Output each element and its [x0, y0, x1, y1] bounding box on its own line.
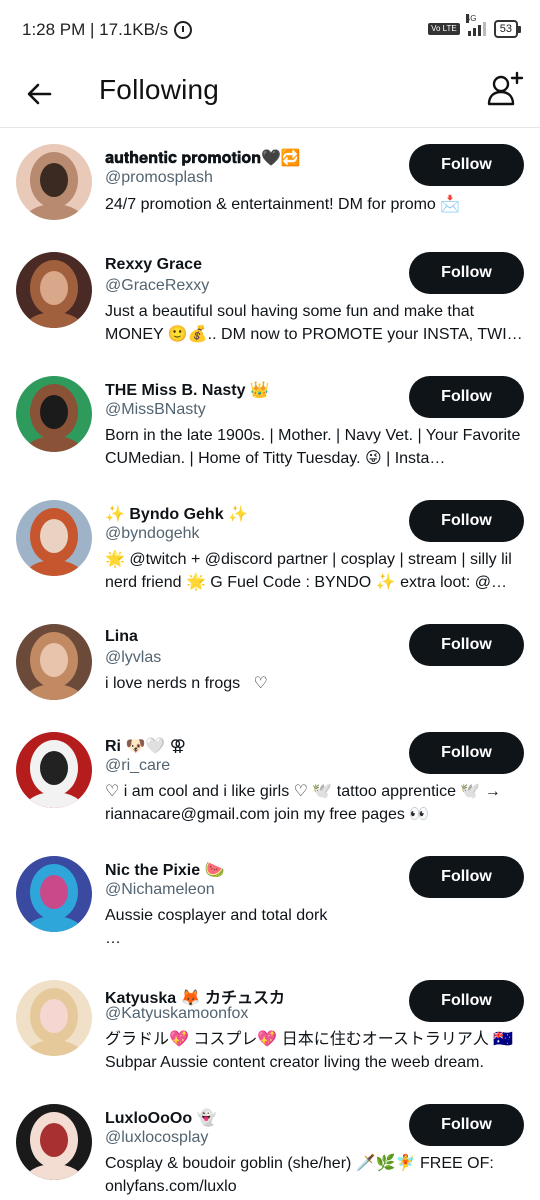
avatar[interactable] — [16, 144, 92, 220]
list-item[interactable]: Nic the Pixie 🍉 @Nichameleon Aussie cosp… — [0, 846, 540, 970]
account-bio: 24/7 promotion & entertainment! DM for p… — [105, 196, 461, 213]
battery-level: 53 — [499, 23, 512, 35]
account-handle: @ri_care — [105, 757, 171, 774]
avatar[interactable] — [16, 624, 92, 700]
alarm-icon — [174, 21, 193, 39]
list-item[interactable]: Lina @lyvlas i love nerds n frogs ♡ Foll… — [0, 614, 540, 722]
follow-button[interactable]: Follow — [409, 624, 524, 666]
account-name[interactable]: THE Miss B. Nasty 👑 — [105, 380, 270, 400]
account-name[interactable]: Nic the Pixie 🍉 — [105, 860, 225, 880]
avatar-image — [16, 980, 92, 1056]
account-bio: グラドル💖 コスプレ💖 日本に住むオーストラリア人 🇦🇺 Subpar Auss… — [105, 1031, 514, 1071]
avatar-image — [16, 500, 92, 576]
account-bio: Born in the late 1900s. | Mother. | Navy… — [105, 427, 521, 467]
list-item[interactable]: Rexxy Grace @GraceRexxy Just a beautiful… — [0, 242, 540, 366]
account-handle: @promosplash — [105, 169, 213, 186]
avatar-image — [16, 1104, 92, 1180]
back-arrow-icon[interactable] — [22, 76, 58, 112]
avatar[interactable] — [16, 252, 92, 328]
network-type-label: 4G — [465, 14, 477, 23]
status-left: 1:28 PM | 17.1KB/s — [22, 20, 193, 40]
account-bio: i love nerds n frogs ♡ — [105, 675, 268, 692]
avatar[interactable] — [16, 376, 92, 452]
account-handle: @GraceRexxy — [105, 277, 210, 294]
account-bio: Cosplay & boudoir goblin (she/her) 🗡️🌿🧚 … — [105, 1155, 494, 1195]
page-title: Following — [99, 74, 220, 105]
avatar-image — [16, 732, 92, 808]
account-name[interactable]: 𝐚𝐮𝐭𝐡𝐞𝐧𝐭𝐢𝐜 𝐩𝐫𝐨𝐦𝐨𝐭𝐢𝐨𝐧🖤🔁 — [105, 148, 301, 168]
avatar-image — [16, 624, 92, 700]
follow-button[interactable]: Follow — [409, 144, 524, 186]
account-handle: @lyvlas — [105, 649, 162, 666]
status-time-speed: 1:28 PM | 17.1KB/s — [22, 20, 169, 39]
list-item[interactable]: LuxloOoOo 👻 @luxlocosplay Cosplay & boud… — [0, 1094, 540, 1200]
avatar[interactable] — [16, 980, 92, 1056]
account-handle: @byndogehk — [105, 525, 200, 542]
header: Following — [0, 62, 540, 128]
account-bio: Just a beautiful soul having some fun an… — [105, 303, 523, 343]
battery-icon: 53 — [493, 20, 522, 38]
follow-button[interactable]: Follow — [409, 856, 524, 898]
add-user-icon[interactable] — [486, 70, 524, 108]
avatar-image — [16, 856, 92, 932]
follow-button[interactable]: Follow — [409, 1104, 524, 1146]
signal-icon: 4G — [465, 14, 486, 36]
follow-button[interactable]: Follow — [409, 252, 524, 294]
follow-button[interactable]: Follow — [409, 732, 524, 774]
avatar-image — [16, 144, 92, 220]
avatar[interactable] — [16, 1104, 92, 1180]
list-item[interactable]: ✨ Byndo Gehk ✨ @byndogehk 🌟 @twitch + @d… — [0, 490, 540, 614]
volte-icon: Vo LTE — [428, 23, 460, 35]
account-name[interactable]: ✨ Byndo Gehk ✨ — [105, 504, 248, 524]
follow-button[interactable]: Follow — [409, 376, 524, 418]
account-name[interactable]: LuxloOoOo 👻 — [105, 1108, 216, 1128]
list-item[interactable]: 𝐚𝐮𝐭𝐡𝐞𝐧𝐭𝐢𝐜 𝐩𝐫𝐨𝐦𝐨𝐭𝐢𝐨𝐧🖤🔁 @promosplash 24/7 … — [0, 132, 540, 242]
status-right: Vo LTE 4G 53 — [428, 14, 522, 38]
follow-button[interactable]: Follow — [409, 500, 524, 542]
list-item[interactable]: THE Miss B. Nasty 👑 @MissBNasty Born in … — [0, 366, 540, 490]
account-name[interactable]: Lina — [105, 628, 138, 646]
list-item[interactable]: Katyuska 🦊 カチュスカ @Katyuskamoonfox グラドル💖 … — [0, 970, 540, 1094]
follow-button[interactable]: Follow — [409, 980, 524, 1022]
avatar[interactable] — [16, 500, 92, 576]
avatar-image — [16, 252, 92, 328]
account-handle: @Katyuskamoonfox — [105, 1005, 249, 1022]
avatar-image — [16, 376, 92, 452]
status-bar: 1:28 PM | 17.1KB/s Vo LTE 4G 53 — [0, 0, 540, 62]
account-handle: @Nichameleon — [105, 881, 215, 898]
list-item[interactable]: Ri 🐶🤍 ⚢ @ri_care ♡ i am cool and i like … — [0, 722, 540, 846]
account-name[interactable]: Rexxy Grace — [105, 256, 202, 274]
avatar[interactable] — [16, 856, 92, 932]
avatar[interactable] — [16, 732, 92, 808]
account-handle: @luxlocosplay — [105, 1129, 209, 1146]
account-bio: Aussie cosplayer and total dork … — [105, 907, 328, 947]
account-bio: 🌟 @twitch + @discord partner | cosplay |… — [105, 551, 512, 591]
account-handle: @MissBNasty — [105, 401, 206, 418]
account-name[interactable]: Ri 🐶🤍 ⚢ — [105, 736, 186, 756]
account-bio: ♡ i am cool and i like girls ♡ 🕊️ tattoo… — [105, 783, 501, 823]
